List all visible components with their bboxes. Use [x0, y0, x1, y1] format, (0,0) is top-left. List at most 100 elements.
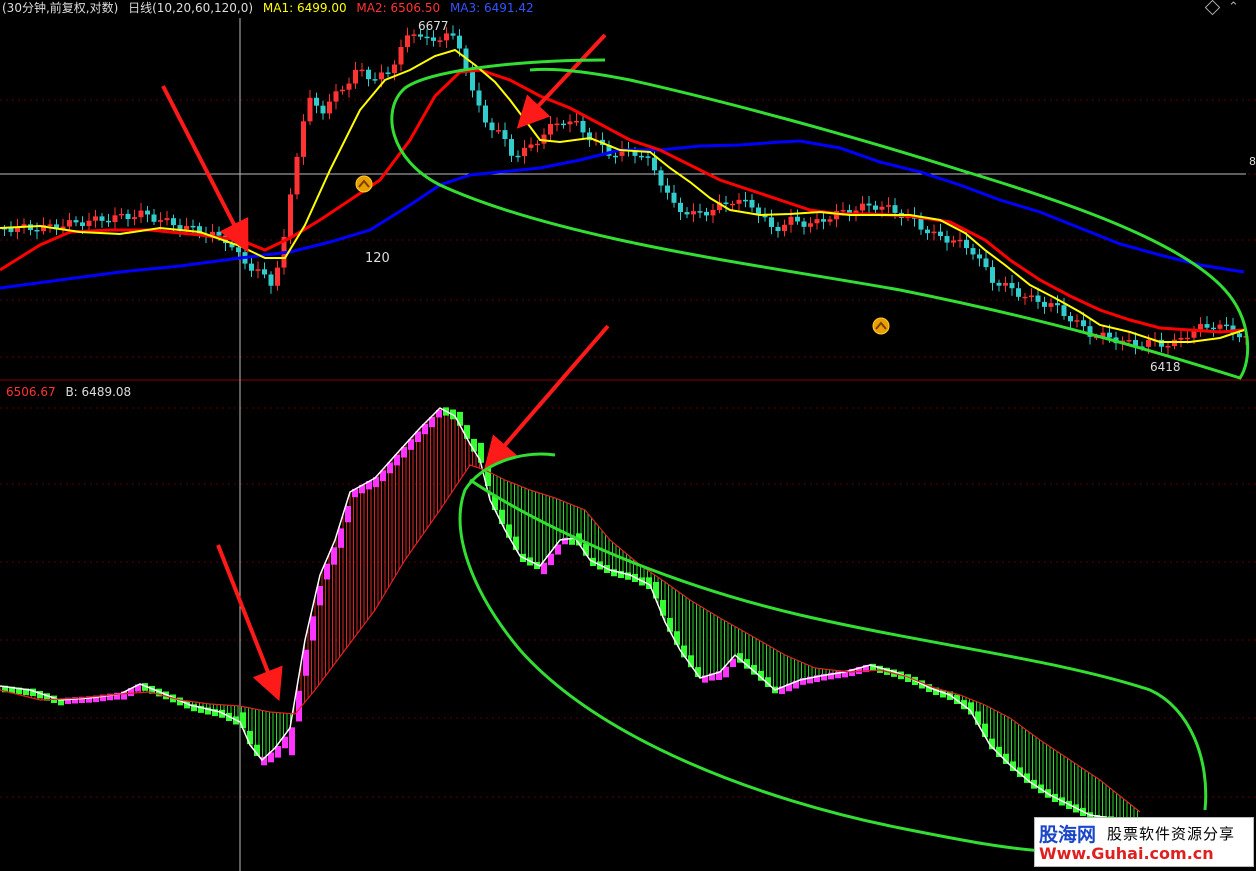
candle-body — [151, 214, 157, 222]
candle-body — [808, 223, 813, 227]
candle-body — [541, 134, 547, 144]
candle-body — [1016, 288, 1021, 297]
candle-body — [268, 274, 274, 286]
ma3-line — [0, 139, 1245, 290]
candle-body — [925, 229, 930, 234]
sub-grid — [0, 407, 1256, 798]
candle-body — [385, 72, 391, 74]
candle-body — [288, 194, 293, 238]
sub-block — [464, 425, 470, 439]
candle-body — [125, 213, 131, 220]
candle-body — [411, 34, 417, 36]
candle-body — [119, 213, 124, 216]
candle-body — [346, 83, 352, 90]
candle-body — [1048, 303, 1054, 307]
candle-body — [1126, 340, 1132, 342]
candle-body — [392, 64, 397, 74]
candle-body — [314, 97, 319, 106]
candle-body — [138, 210, 144, 218]
candle-body — [665, 185, 670, 193]
candle-body — [398, 46, 404, 65]
candle-body — [951, 240, 956, 243]
candle-body — [775, 226, 781, 232]
candle-body — [106, 220, 111, 223]
sub-block — [247, 730, 253, 745]
candle-body — [1081, 320, 1086, 327]
candle-body — [769, 217, 774, 227]
candle-body — [437, 40, 443, 42]
period-label[interactable]: (30分钟,前复权,对数) — [2, 1, 118, 15]
candle-body — [580, 120, 586, 133]
candle-body — [821, 219, 826, 222]
candle-body — [1159, 339, 1164, 347]
candle-body — [80, 222, 85, 226]
a-value-label: 6506.67 — [6, 385, 56, 399]
candle-body — [684, 212, 690, 215]
candle-body — [431, 37, 436, 41]
candle-body — [983, 258, 989, 268]
candle-body — [1237, 333, 1242, 338]
candle-body — [132, 217, 137, 220]
watermark-url: Www.Guhai.com.cn — [1039, 844, 1214, 863]
sub-indicator-bars — [0, 407, 1142, 835]
candle-body — [353, 69, 358, 84]
candle-body — [918, 218, 924, 230]
chevron-up-icon[interactable]: ⌃ — [1228, 0, 1239, 15]
candle-body — [743, 199, 748, 202]
high-price-label: 6677 — [418, 19, 449, 33]
candle-body — [658, 170, 664, 186]
candle-body — [1009, 283, 1015, 289]
candle-body — [704, 211, 709, 216]
candle-body — [788, 216, 794, 225]
indicator-label[interactable]: 日线(10,20,60,120,0) — [128, 1, 253, 15]
candle-body — [840, 210, 846, 212]
candle-body — [262, 269, 267, 275]
candle-body — [1074, 320, 1080, 322]
watermark-site-name: 股海网 — [1039, 824, 1097, 846]
candle-body — [645, 156, 651, 158]
candle-body — [710, 209, 716, 216]
sub-block — [289, 727, 295, 756]
candle-body — [723, 202, 729, 205]
candle-body — [522, 147, 527, 157]
candle-body — [171, 218, 176, 226]
candle-body — [957, 239, 963, 242]
candle-body — [340, 89, 345, 92]
candle-body — [554, 123, 560, 126]
candle-body — [73, 220, 79, 223]
ma-period-label: 120 — [365, 251, 390, 266]
candle-body — [158, 220, 163, 222]
candlesticks — [2, 25, 1249, 355]
candle-body — [405, 35, 410, 47]
candle-body — [1217, 324, 1223, 329]
candle-body — [1178, 337, 1184, 340]
candle-body — [567, 121, 573, 125]
candle-body — [1055, 303, 1060, 306]
sub-block — [331, 547, 337, 565]
candle-body — [1198, 324, 1203, 330]
candle-body — [1211, 327, 1216, 330]
candle-body — [860, 203, 865, 211]
watermark: 股海网 股票软件资源分享 Www.Guhai.com.cn — [1034, 817, 1254, 867]
candle-body — [535, 143, 540, 146]
candle-body — [938, 231, 943, 237]
sub-block — [310, 616, 316, 641]
candle-body — [307, 97, 313, 122]
fast-line — [0, 407, 1141, 831]
candle-body — [886, 205, 891, 207]
candle-body — [424, 36, 430, 39]
candle-body — [1029, 295, 1034, 298]
candle-body — [470, 71, 475, 91]
candle-body — [164, 218, 170, 221]
candle-body — [112, 215, 118, 223]
sub-block — [338, 528, 344, 548]
sub-block — [457, 411, 463, 426]
candle-body — [1146, 339, 1151, 347]
candle-body — [977, 254, 982, 259]
ma3-label: MA3: 6491.42 — [449, 1, 534, 15]
candle-body — [678, 202, 683, 213]
candle-body — [697, 211, 703, 213]
right-edge-label: 8 — [1249, 155, 1256, 168]
b-value-label: B: 6489.08 — [65, 385, 132, 399]
candle-body — [730, 203, 735, 206]
